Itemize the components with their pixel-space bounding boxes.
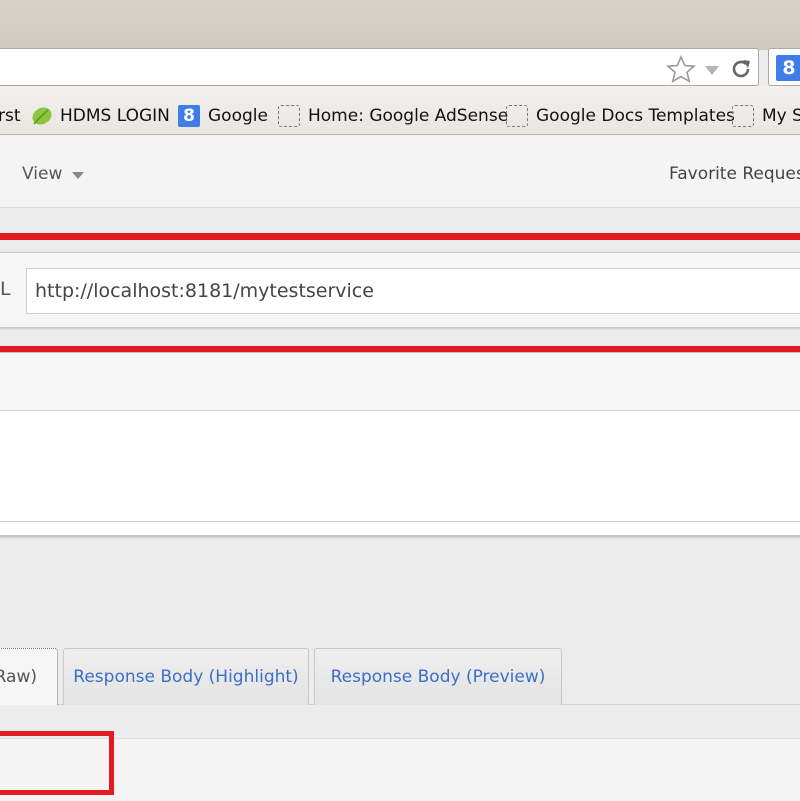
bookmark-item[interactable]: Google Docs Templates	[506, 101, 735, 131]
caret-down-icon	[72, 171, 85, 179]
page-icon	[278, 105, 300, 127]
bookmark-item[interactable]: 8 Google	[178, 101, 268, 131]
view-menu[interactable]: View	[22, 164, 85, 184]
page-icon	[506, 105, 528, 127]
response-body-area	[0, 738, 800, 801]
bookmark-item[interactable]: Home: Google AdSense	[278, 101, 508, 131]
tab-response-body-highlight[interactable]: Response Body (Highlight)	[63, 648, 309, 705]
bookmark-item[interactable]: rst	[0, 101, 21, 131]
leaf-icon	[32, 107, 52, 125]
browser-title-area	[0, 0, 800, 50]
tab-label: Response Body (Preview)	[330, 667, 546, 687]
highlight-box	[0, 731, 114, 795]
url-input[interactable]	[26, 268, 800, 314]
view-menu-label: View	[22, 164, 63, 184]
tab-response-body-raw[interactable]: Raw)	[0, 648, 58, 705]
request-panel-header	[0, 353, 800, 411]
page-icon	[732, 105, 754, 127]
tab-label: Response Body (Highlight)	[73, 667, 299, 687]
tab-label: Raw)	[0, 667, 37, 687]
address-bar[interactable]	[0, 48, 759, 86]
divider	[0, 521, 800, 522]
reload-icon[interactable]	[729, 57, 753, 81]
bookmark-label: Google Docs Templates	[536, 106, 735, 126]
google-search-icon[interactable]: 8	[776, 55, 800, 81]
tab-response-body-preview[interactable]: Response Body (Preview)	[314, 648, 562, 705]
bookmark-label: HDMS LOGIN	[60, 106, 170, 126]
bookmark-star-icon[interactable]	[666, 55, 696, 83]
bookmark-label: My S	[762, 106, 800, 126]
bookmark-item[interactable]: HDMS LOGIN	[30, 101, 170, 131]
url-label: L	[0, 278, 11, 300]
google-icon: 8	[178, 105, 200, 127]
bookmark-label: Google	[208, 106, 268, 126]
highlight-line-top	[0, 233, 800, 240]
bookmark-label: Home: Google AdSense	[308, 106, 509, 126]
bookmark-item[interactable]: My S	[732, 101, 800, 131]
bookmark-label: rst	[0, 106, 21, 126]
chevron-down-icon[interactable]	[703, 63, 721, 77]
favorite-requests-menu[interactable]: Favorite Request	[669, 164, 800, 184]
